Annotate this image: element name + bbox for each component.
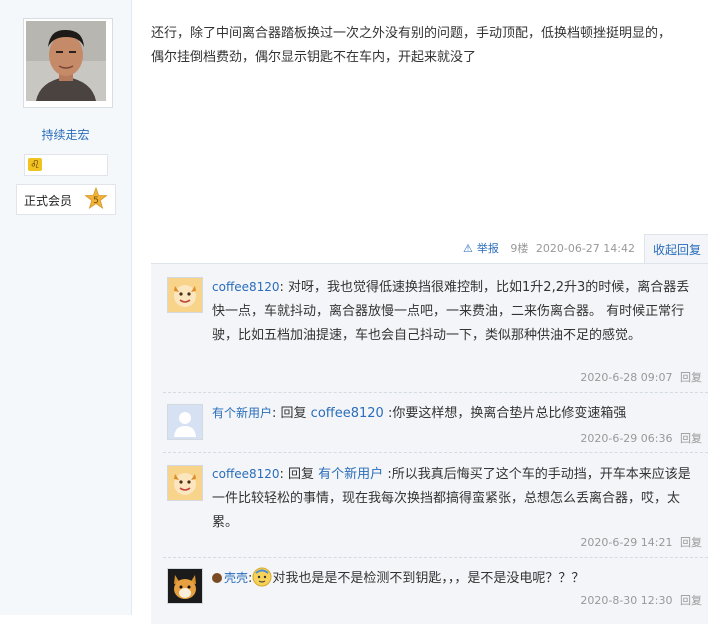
reply-button[interactable]: 回复 [680,432,702,445]
report-label: 举报 [476,242,499,255]
leo-icon: ♌ [28,158,42,171]
reply-username[interactable]: 有个新用户 [212,406,272,420]
reply-time: 2020-8-30 12:30 [580,594,673,607]
divider [163,392,708,393]
reply-button[interactable]: 回复 [680,594,702,607]
reply-content: 对呀，我也觉得低速换挡很难控制，比如1升2,2升3的时候，离合器丢快一点，车就抖… [212,280,690,343]
level-number: 5 [93,196,99,206]
author-name[interactable]: 持续走宏 [0,126,131,143]
reply-time: 2020-6-28 09:07 [580,371,673,384]
post-content: 还行，除了中间离合器踏板换过一次之外没有别的问题，手动顶配，低换档顿挫挺明显的，… [151,26,672,65]
zodiac-badge: ♌ [24,154,108,176]
member-badge: 正式会员 5 [16,184,116,215]
reply-username[interactable]: coffee8120 [212,467,280,481]
reply-text: coffee8120: 回复 有个新用户 :所以我真后悔买了这个车的手动挡，开车… [212,462,702,535]
reply-time: 2020-6-29 06:36 [580,432,673,445]
reply-button[interactable]: 回复 [680,536,702,549]
reply-content: :你要这样想，换离合垫片总比修变速箱强 [383,406,627,421]
reply-button[interactable]: 回复 [680,371,702,384]
default-user-icon [168,405,202,439]
warning-icon: ⚠ [463,242,473,255]
cat-avatar-icon [168,278,202,312]
avatar[interactable] [167,465,203,501]
divider [163,452,708,453]
emoji-icon [252,567,272,587]
post-meta: ⚠ 举报 9楼 2020-06-27 14:42 [463,240,639,256]
divider [163,557,708,558]
reply-meta: 2020-6-28 09:07 回复 [580,369,702,385]
level-star-icon: 5 [84,187,108,209]
reply-meta: 2020-6-29 14:21 回复 [580,534,702,550]
reply-meta: 2020-6-29 06:36 回复 [580,430,702,446]
reply-meta: 2020-8-30 12:30 回复 [580,592,702,608]
reply-content: 对我也是是不是检测不到钥匙，，，是不是没电呢？？？ [272,571,585,586]
author-avatar[interactable] [23,18,113,108]
reply-username[interactable]: coffee8120 [212,280,280,294]
avatar[interactable] [167,568,203,604]
reply-text: 有个新用户: 回复 coffee8120 :你要这样想，换离合垫片总比修变速箱强 [212,401,702,426]
reply-target-user[interactable]: 有个新用户 [318,467,383,482]
cat-avatar-icon [168,466,202,500]
avatar[interactable] [167,404,203,440]
reply-username[interactable]: 壳壳 [224,571,248,585]
avatar[interactable] [167,277,203,313]
reply-prefix: 回复 [283,467,319,482]
report-link[interactable]: ⚠ 举报 [463,242,503,255]
author-sidebar: 持续走宏 ♌ 正式会员 5 [0,0,132,615]
reply-list: coffee8120: 对呀，我也觉得低速换挡很难控制，比如1升2,2升3的时候… [151,263,708,624]
author-photo [26,21,106,101]
member-label: 正式会员 [24,194,73,208]
reply-text: 壳壳: 对我也是是不是检测不到钥匙，，，是不是没电呢？？？ [212,566,702,591]
reply-time: 2020-6-29 14:21 [580,536,673,549]
shiba-avatar-icon [168,569,202,603]
post-timestamp: 2020-06-27 14:42 [535,242,635,255]
floor-number: 9楼 [510,242,529,255]
reply-text: coffee8120: 对呀，我也觉得低速换挡很难控制，比如1升2,2升3的时候… [212,275,702,348]
ball-icon [212,573,222,583]
collapse-replies-button[interactable]: 收起回复 [644,234,708,265]
reply-prefix: 回复 [276,406,311,421]
reply-target-user[interactable]: coffee8120 [311,406,384,421]
